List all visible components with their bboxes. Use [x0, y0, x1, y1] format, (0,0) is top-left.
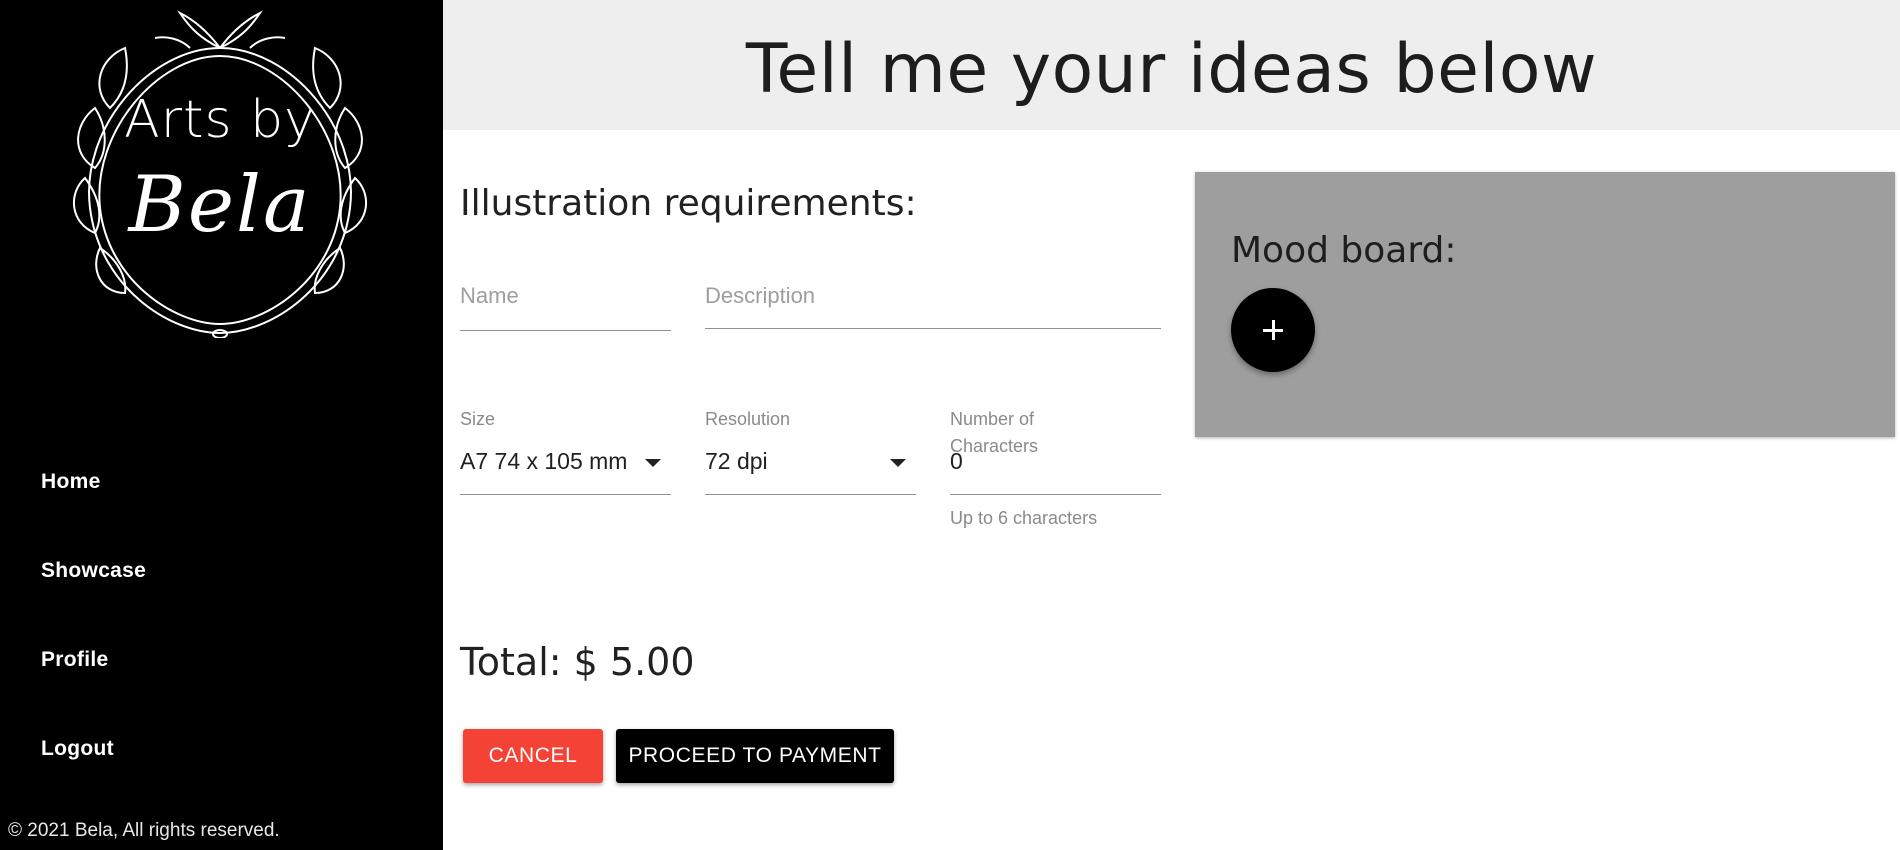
total-price: Total: $ 5.00 — [460, 640, 695, 684]
add-mood-image-button[interactable] — [1231, 288, 1315, 372]
cancel-button[interactable]: CANCEL — [463, 729, 603, 783]
brand-name-line2: Bela — [128, 160, 312, 250]
resolution-select[interactable]: Resolution 72 dpi — [705, 406, 916, 495]
nav-item-profile[interactable]: Profile — [41, 648, 146, 737]
brand-name-line1: Arts by — [124, 90, 316, 150]
name-field[interactable]: Name — [460, 283, 671, 331]
description-placeholder: Description — [705, 283, 816, 308]
resolution-label: Resolution — [705, 409, 791, 429]
size-select[interactable]: Size A7 74 x 105 mm — [460, 406, 671, 495]
characters-helper-text: Up to 6 characters — [950, 508, 1098, 528]
total-amount: $ 5.00 — [573, 640, 695, 684]
chevron-down-icon — [645, 459, 661, 467]
sidebar-nav: Home Showcase Profile Logout — [41, 470, 146, 826]
chevron-down-icon — [890, 459, 906, 467]
characters-value: 0 — [950, 448, 963, 474]
name-placeholder: Name — [460, 283, 519, 308]
form-title: Illustration requirements: — [460, 183, 917, 224]
nav-item-logout[interactable]: Logout — [41, 737, 146, 826]
size-label: Size — [460, 409, 496, 429]
page-header: Tell me your ideas below — [443, 0, 1900, 130]
page-title: Tell me your ideas below — [745, 30, 1598, 109]
nav-item-home[interactable]: Home — [41, 470, 146, 559]
copyright-text: © 2021 Bela, All rights reserved. — [8, 820, 280, 841]
sidebar: Arts by Bela Home Showcase Profile Logou… — [0, 0, 443, 850]
resolution-value: 72 dpi — [705, 448, 768, 474]
proceed-to-payment-button[interactable]: PROCEED TO PAYMENT — [616, 729, 894, 783]
mood-board-title: Mood board: — [1231, 230, 1457, 271]
characters-input[interactable]: Number of Characters 0 — [950, 406, 1161, 495]
size-value: A7 74 x 105 mm — [460, 448, 628, 474]
mood-board-panel: Mood board: — [1195, 172, 1895, 437]
nav-item-showcase[interactable]: Showcase — [41, 559, 146, 648]
description-field[interactable]: Description — [705, 283, 1161, 329]
characters-label: Number of Characters — [950, 409, 1039, 456]
brand-logo[interactable]: Arts by Bela — [70, 8, 370, 338]
total-label: Total: — [460, 640, 562, 684]
